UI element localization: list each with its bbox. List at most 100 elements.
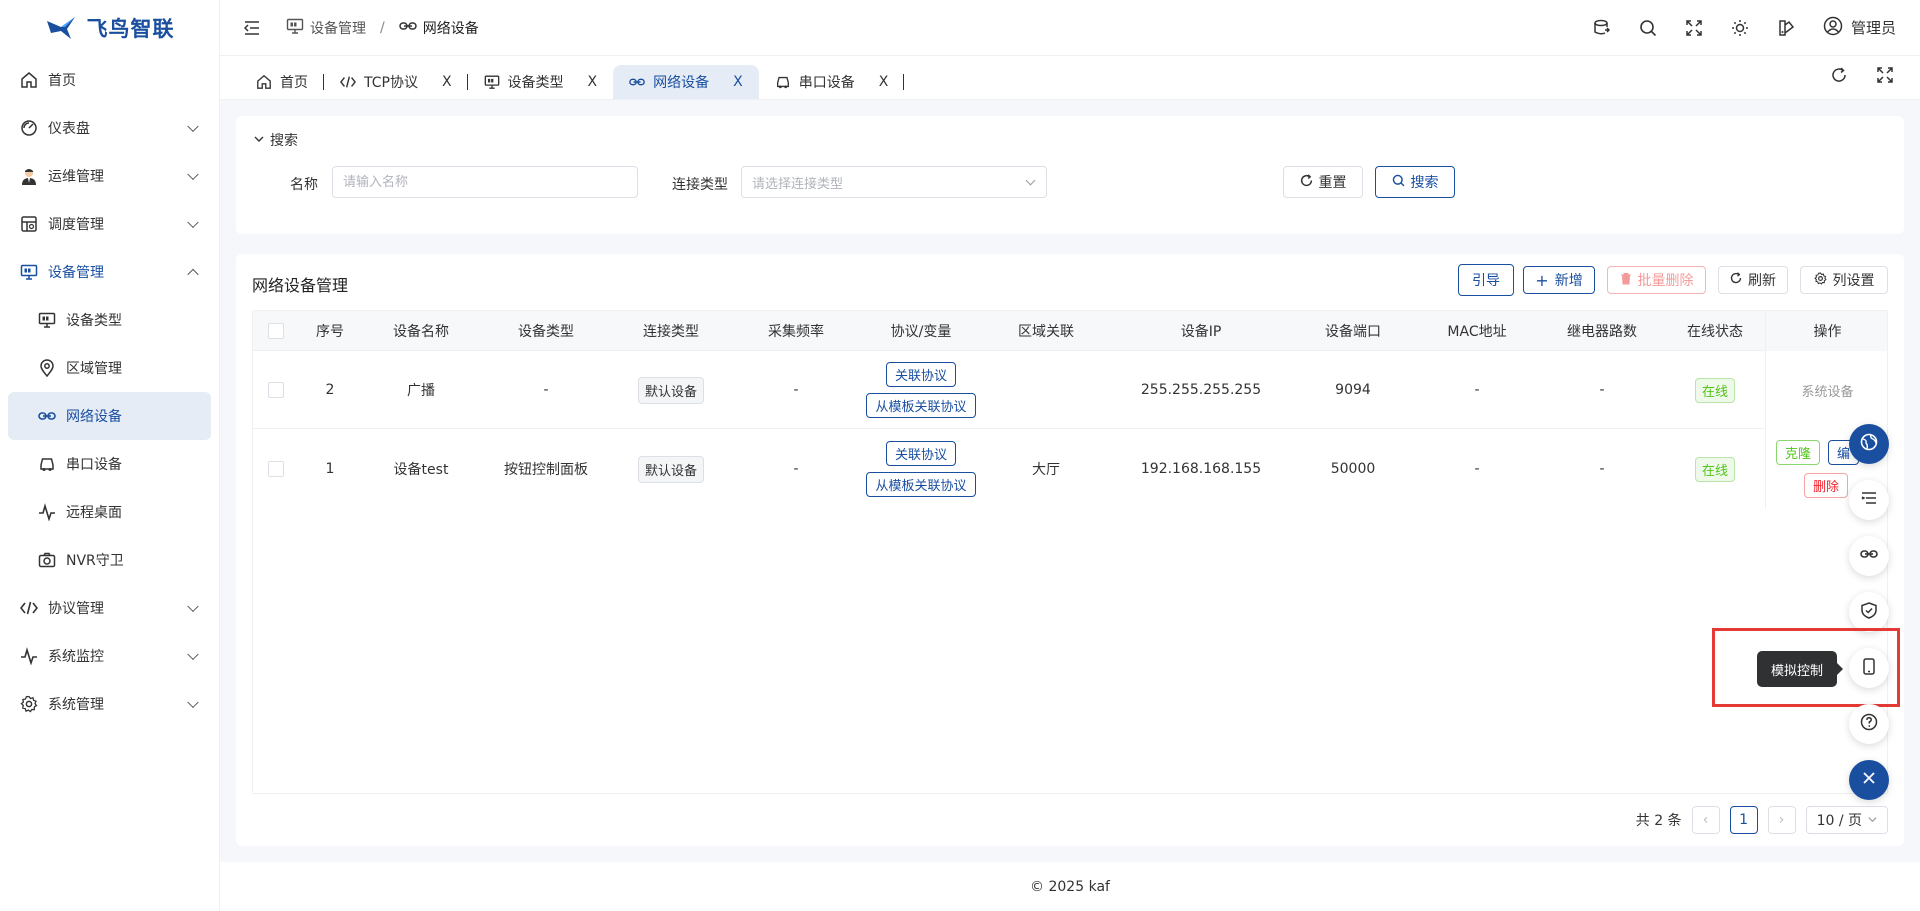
row-checkbox[interactable]	[268, 382, 284, 398]
column-header[interactable]: 继电器路数	[1539, 311, 1665, 351]
page-number[interactable]: 1	[1729, 806, 1758, 834]
chevron-down-icon	[187, 216, 199, 229]
sidebar-item-network-device[interactable]: 网络设备	[8, 392, 211, 440]
sidebar-item-label: 系统管理	[48, 697, 104, 713]
select-all-checkbox[interactable]	[268, 323, 284, 339]
fullscreen-icon[interactable]	[1685, 19, 1703, 37]
sidebar-item-protocol[interactable]: 协议管理	[0, 584, 219, 632]
column-header[interactable]: 在线状态	[1665, 311, 1765, 351]
sun-icon[interactable]	[1731, 19, 1749, 37]
sidebar-item-ops[interactable]: 运维管理	[0, 152, 219, 200]
column-header[interactable]: 设备IP	[1111, 311, 1291, 351]
tab-tcp-protocol[interactable]: TCP协议 X	[324, 65, 468, 99]
sidebar-item-device-management[interactable]: 设备管理	[0, 248, 219, 296]
sidebar-item-label: 设备管理	[48, 265, 104, 281]
column-header[interactable]: 设备端口	[1291, 311, 1415, 351]
column-header[interactable]: MAC地址	[1415, 311, 1539, 351]
name-input[interactable]	[332, 166, 638, 198]
template-protocol-button[interactable]: 从模板关联协议	[866, 472, 976, 497]
sidebar-item-system[interactable]: 系统管理	[0, 680, 219, 728]
sidebar-item-label: NVR守卫	[66, 553, 124, 569]
column-header[interactable]: 协议/变量	[861, 311, 981, 351]
table-header: 序号 设备名称 设备类型 连接类型 采集频率 协议/变量 区域关联 设备IP 设…	[253, 311, 1887, 351]
sidebar-item-remote-desktop[interactable]: 远程桌面	[0, 488, 219, 536]
chevron-down-icon	[187, 648, 199, 661]
tab-device-type[interactable]: 设备类型 X	[468, 65, 614, 99]
sidebar-item-label: 网络设备	[66, 409, 122, 425]
status-badge: 在线	[1694, 456, 1735, 482]
link-icon	[398, 20, 417, 36]
sidebar-item-label: 首页	[48, 73, 76, 89]
delete-button[interactable]: 删除	[1804, 473, 1849, 498]
fullscreen-icon[interactable]	[1876, 66, 1894, 84]
column-settings-label: 列设置	[1832, 273, 1875, 289]
table-row: 2 广播 - 默认设备 - 关联协议 从模板关联协议 255.255.255.2…	[253, 351, 1887, 429]
conn-type-select[interactable]: 请选择连接类型	[741, 166, 1047, 198]
column-header[interactable]: 连接类型	[611, 311, 731, 351]
user-menu[interactable]: 管理员	[1823, 16, 1896, 40]
pulse-icon	[20, 647, 38, 665]
refresh-button[interactable]: 刷新	[1718, 266, 1788, 294]
sidebar-item-schedule[interactable]: 调度管理	[0, 200, 219, 248]
add-button[interactable]: + 新增	[1523, 266, 1595, 294]
tab-close-button[interactable]: X	[733, 74, 743, 90]
float-globe-button[interactable]	[1849, 424, 1889, 464]
float-list-button[interactable]	[1849, 480, 1889, 520]
row-checkbox[interactable]	[268, 461, 284, 477]
sidebar-item-monitor[interactable]: 系统监控	[0, 632, 219, 680]
shield-check-icon	[1861, 601, 1877, 623]
sidebar-item-label: 远程桌面	[66, 505, 122, 521]
sidebar-item-label: 仪表盘	[48, 121, 90, 137]
search-button[interactable]: 搜索	[1375, 166, 1455, 198]
plus-icon: +	[1535, 270, 1549, 290]
link-protocol-button[interactable]: 关联协议	[885, 362, 956, 387]
cell-protocol: 关联协议 从模板关联协议	[861, 351, 981, 429]
sidebar-item-nvr[interactable]: NVR守卫	[0, 536, 219, 584]
globe-icon	[1860, 433, 1878, 455]
sidebar-item-home[interactable]: 首页	[0, 56, 219, 104]
sidebar-item-device-type[interactable]: 设备类型	[0, 296, 219, 344]
next-page-button[interactable]: ›	[1767, 806, 1796, 834]
page-size-select[interactable]: 10 / 页	[1805, 806, 1888, 834]
tab-home[interactable]: 首页	[240, 65, 324, 99]
sidebar-item-dashboard[interactable]: 仪表盘	[0, 104, 219, 152]
float-shield-button[interactable]	[1849, 592, 1889, 632]
sidebar-item-area[interactable]: 区域管理	[0, 344, 219, 392]
sidebar-item-serial-device[interactable]: 串口设备	[0, 440, 219, 488]
tab-serial-device[interactable]: 串口设备 X	[759, 65, 905, 99]
database-sync-icon[interactable]	[1593, 19, 1611, 37]
logo[interactable]: 飞鸟智联	[0, 0, 219, 56]
column-header[interactable]: 设备类型	[481, 311, 611, 351]
float-help-button[interactable]	[1849, 704, 1889, 744]
column-header[interactable]: 采集频率	[731, 311, 861, 351]
simulate-control-button[interactable]	[1849, 648, 1889, 688]
tab-close-button[interactable]: X	[588, 74, 598, 90]
menu-collapse-icon[interactable]	[244, 19, 262, 37]
user-name: 管理员	[1850, 19, 1896, 37]
search-icon[interactable]	[1639, 19, 1657, 37]
refresh-icon[interactable]	[1830, 66, 1848, 84]
batch-delete-button[interactable]: 批量删除	[1607, 266, 1706, 294]
tab-network-device[interactable]: 网络设备 X	[613, 65, 759, 99]
template-protocol-button[interactable]: 从模板关联协议	[866, 393, 976, 418]
column-header[interactable]: 设备名称	[361, 311, 481, 351]
clone-button[interactable]: 克隆	[1776, 440, 1821, 465]
tab-label: 网络设备	[653, 75, 710, 91]
prev-page-button[interactable]: ‹	[1691, 806, 1720, 834]
float-close-button[interactable]	[1849, 760, 1889, 800]
theme-icon[interactable]	[1777, 19, 1795, 37]
column-header[interactable]: 序号	[299, 311, 361, 351]
breadcrumb-item-device-management[interactable]: 设备管理	[310, 18, 366, 38]
link-protocol-button[interactable]: 关联协议	[885, 441, 956, 466]
guide-button[interactable]: 引导	[1458, 264, 1514, 296]
refresh-label: 刷新	[1748, 273, 1776, 289]
column-header[interactable]: 区域关联	[981, 311, 1111, 351]
tab-close-button[interactable]: X	[879, 74, 889, 90]
tab-close-button[interactable]: X	[442, 74, 452, 90]
column-settings-button[interactable]: 列设置	[1800, 266, 1888, 294]
reset-button[interactable]: 重置	[1283, 166, 1363, 198]
search-toggle[interactable]: 搜索	[254, 130, 298, 150]
float-link-button[interactable]	[1849, 536, 1889, 576]
reset-label: 重置	[1318, 175, 1347, 191]
avatar-icon	[20, 167, 38, 185]
